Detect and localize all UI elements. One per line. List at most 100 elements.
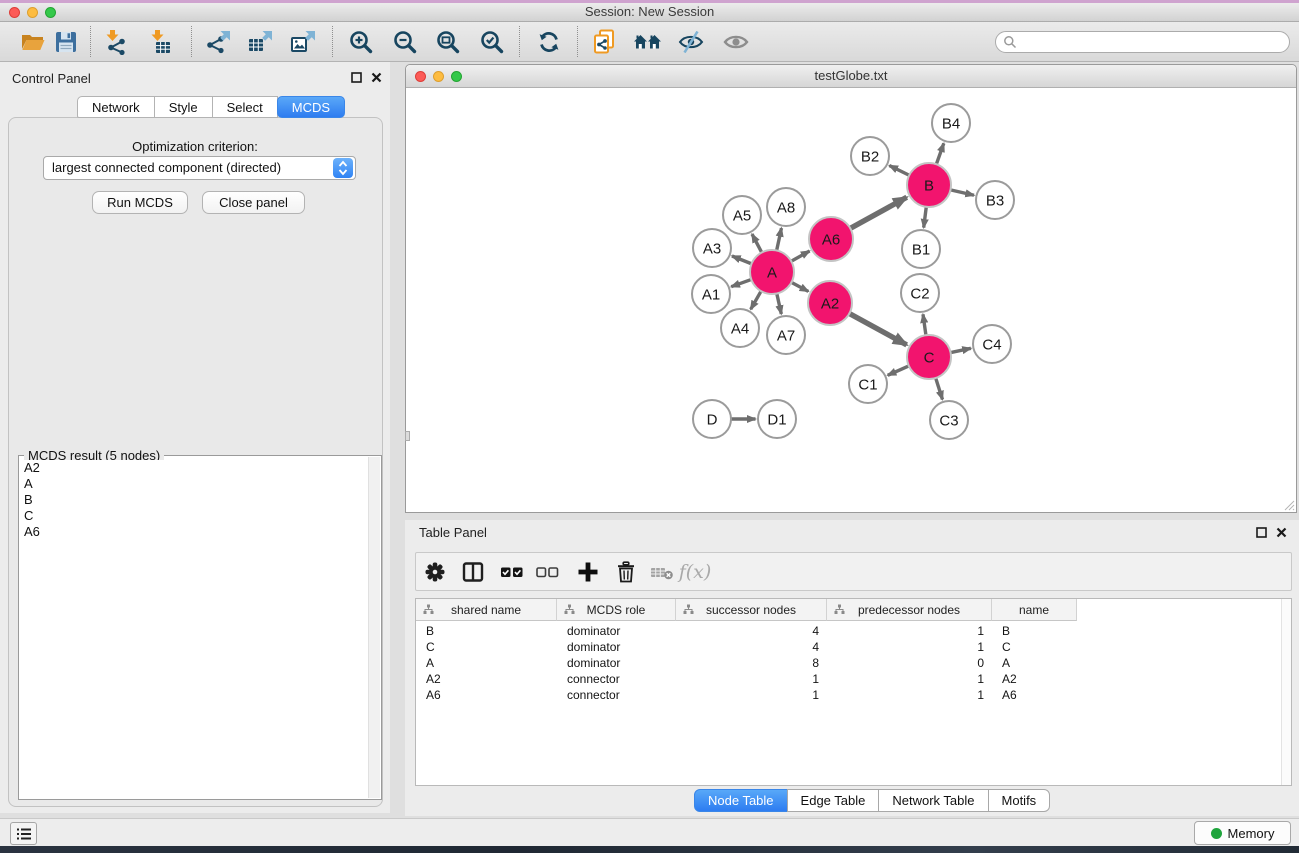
mcds-result-item[interactable]: B xyxy=(20,492,369,508)
graph-node-B3[interactable]: B3 xyxy=(976,181,1014,219)
table-scrollbar[interactable] xyxy=(1281,599,1291,785)
graph-node-A8[interactable]: A8 xyxy=(767,188,805,226)
graph-node-A2[interactable]: A2 xyxy=(808,281,852,325)
import-network-button[interactable] xyxy=(97,24,133,60)
tab-select[interactable]: Select xyxy=(212,96,278,118)
column-header-MCDS-role[interactable]: MCDS role xyxy=(557,599,676,621)
tab-node-table[interactable]: Node Table xyxy=(694,789,788,812)
graph-edge-A-A8[interactable] xyxy=(777,228,782,251)
graph-edge-A6-B[interactable] xyxy=(850,197,907,228)
open-session-button[interactable] xyxy=(15,24,51,60)
tab-network-table[interactable]: Network Table xyxy=(878,789,988,812)
table-row[interactable]: Cdominator41C xyxy=(416,639,1280,655)
zoom-network-button[interactable] xyxy=(451,71,462,82)
graph-edge-A-A5[interactable] xyxy=(752,234,762,253)
close-panel-icon[interactable] xyxy=(1276,527,1287,538)
tab-edge-table[interactable]: Edge Table xyxy=(787,789,880,812)
graph-node-B[interactable]: B xyxy=(907,163,951,207)
splitter-grip[interactable] xyxy=(405,431,410,441)
mcds-result-item[interactable]: A6 xyxy=(20,524,369,540)
resize-grip-icon[interactable] xyxy=(1282,498,1295,511)
graph-node-A6[interactable]: A6 xyxy=(809,217,853,261)
mcds-result-item[interactable]: A xyxy=(20,476,369,492)
graph-edge-B-B2[interactable] xyxy=(889,165,909,175)
deselect-all-button[interactable] xyxy=(530,553,564,590)
close-panel-icon[interactable] xyxy=(371,72,382,83)
task-history-button[interactable] xyxy=(10,822,37,845)
mcds-result-item[interactable]: C xyxy=(20,508,369,524)
column-header-shared-name[interactable]: shared name xyxy=(416,599,557,621)
float-panel-icon[interactable] xyxy=(351,72,362,83)
graph-node-B4[interactable]: B4 xyxy=(932,104,970,142)
graph-edge-A-A6[interactable] xyxy=(791,251,810,262)
close-window-button[interactable] xyxy=(9,7,20,18)
close-panel-button[interactable]: Close panel xyxy=(202,191,305,214)
graph-node-B1[interactable]: B1 xyxy=(902,230,940,268)
select-all-button[interactable] xyxy=(495,553,529,590)
graph-node-A7[interactable]: A7 xyxy=(767,316,805,354)
export-image-button[interactable] xyxy=(285,24,321,60)
delete-column-button[interactable] xyxy=(609,553,643,590)
function-builder-button[interactable]: f(x) xyxy=(678,553,712,590)
add-column-button[interactable] xyxy=(571,553,605,590)
import-table-button[interactable] xyxy=(142,24,178,60)
network-window-titlebar[interactable]: testGlobe.txt xyxy=(406,65,1296,88)
graph-node-D[interactable]: D xyxy=(693,400,731,438)
graph-node-C3[interactable]: C3 xyxy=(930,401,968,439)
graph-edge-A-A1[interactable] xyxy=(731,279,752,286)
graph-edge-A-A2[interactable] xyxy=(791,282,808,291)
graph-edge-A-A3[interactable] xyxy=(732,256,752,264)
graph-node-B2[interactable]: B2 xyxy=(851,137,889,175)
table-row[interactable]: Bdominator41B xyxy=(416,623,1280,639)
tab-mcds[interactable]: MCDS xyxy=(277,96,345,118)
table-row[interactable]: A6connector11A6 xyxy=(416,687,1280,703)
table-row[interactable]: A2connector11A2 xyxy=(416,671,1280,687)
zoom-in-button[interactable] xyxy=(343,24,379,60)
graph-node-C[interactable]: C xyxy=(907,335,951,379)
refresh-button[interactable] xyxy=(531,24,567,60)
zoom-selected-button[interactable] xyxy=(474,24,510,60)
graph-edge-A2-C[interactable] xyxy=(849,313,907,345)
graph-node-C4[interactable]: C4 xyxy=(973,325,1011,363)
home-view-button[interactable] xyxy=(630,24,666,60)
graph-node-A[interactable]: A xyxy=(750,250,794,294)
criterion-dropdown[interactable]: largest connected component (directed) xyxy=(43,156,356,180)
mcds-list-scrollbar[interactable] xyxy=(368,457,380,798)
close-network-button[interactable] xyxy=(415,71,426,82)
graph-node-A5[interactable]: A5 xyxy=(723,196,761,234)
graph-edge-B-B1[interactable] xyxy=(924,206,927,227)
graph-edge-C-C2[interactable] xyxy=(923,314,926,335)
run-mcds-button[interactable]: Run MCDS xyxy=(92,191,188,214)
hide-graphics-button[interactable] xyxy=(673,24,709,60)
zoom-window-button[interactable] xyxy=(45,7,56,18)
search-field[interactable] xyxy=(995,31,1290,53)
graph-edge-B-B3[interactable] xyxy=(950,190,974,195)
graph-edge-B-B4[interactable] xyxy=(936,143,944,164)
graph-node-C2[interactable]: C2 xyxy=(901,274,939,312)
export-table-button[interactable] xyxy=(242,24,278,60)
graph-edge-A-A7[interactable] xyxy=(777,293,782,314)
graph-node-A1[interactable]: A1 xyxy=(692,275,730,313)
tab-network[interactable]: Network xyxy=(77,96,155,118)
mcds-result-item[interactable]: A2 xyxy=(20,460,369,476)
graph-node-C1[interactable]: C1 xyxy=(849,365,887,403)
network-canvas[interactable]: B4B2BB3A8A5A6A3B1AC2A1A2A4A7C4CC1C3DD1 xyxy=(406,88,1296,512)
minimize-network-button[interactable] xyxy=(433,71,444,82)
table-row[interactable]: Adominator80A xyxy=(416,655,1280,671)
graph-node-A4[interactable]: A4 xyxy=(721,309,759,347)
column-header-name[interactable]: name xyxy=(992,599,1077,621)
delete-table-button[interactable] xyxy=(645,553,679,590)
graph-edge-C-C3[interactable] xyxy=(936,377,943,399)
table-settings-button[interactable] xyxy=(418,553,452,590)
tab-style[interactable]: Style xyxy=(154,96,213,118)
duplicate-network-button[interactable] xyxy=(587,24,623,60)
float-panel-icon[interactable] xyxy=(1256,527,1267,538)
show-graphics-button[interactable] xyxy=(718,24,754,60)
tab-motifs[interactable]: Motifs xyxy=(988,789,1051,812)
column-header-successor-nodes[interactable]: successor nodes xyxy=(676,599,827,621)
column-header-predecessor-nodes[interactable]: predecessor nodes xyxy=(827,599,992,621)
toggle-columns-button[interactable] xyxy=(456,553,490,590)
graph-edge-C-C1[interactable] xyxy=(888,366,910,376)
memory-button[interactable]: Memory xyxy=(1194,821,1291,845)
zoom-fit-button[interactable] xyxy=(430,24,466,60)
